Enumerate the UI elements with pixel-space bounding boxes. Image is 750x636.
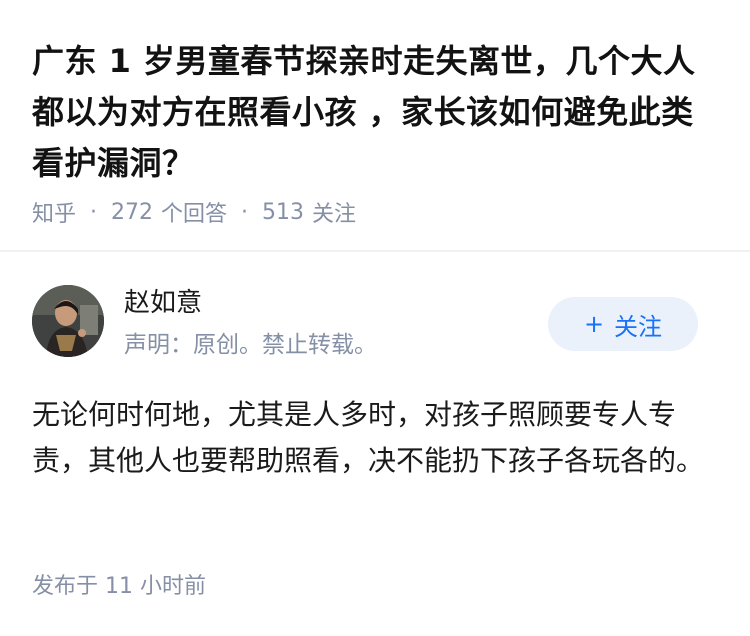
answer-content[interactable]: 无论何时何地，尤其是人多时，对孩子照顾要专人专责，其他人也要帮助照看，决不能扔下… [32,392,718,484]
question-meta: 知乎 · 272 个回答 · 513 关注 [32,196,356,228]
answers-count: 272 [111,199,154,225]
separator-dot: · [241,199,249,225]
source-label[interactable]: 知乎 [32,196,76,228]
author-bar: 赵如意 声明：原创。禁止转载。 + 关注 [32,285,718,361]
follow-button[interactable]: + 关注 [548,297,698,351]
followers-label[interactable]: 关注 [312,196,356,228]
avatar[interactable] [32,285,104,357]
avatar-image [32,285,104,357]
follow-button-label: 关注 [614,312,663,341]
section-divider [0,250,750,252]
separator-dot: · [90,199,98,225]
followers-count: 513 [262,199,305,225]
question-title[interactable]: 广东 1 岁男童春节探亲时走失离世，几个大人都以为对方在照看小孩 ，家长该如何避… [32,36,718,189]
answers-label[interactable]: 个回答 [161,196,227,228]
author-name[interactable]: 赵如意 [124,285,202,321]
publish-time: 发布于 11 小时前 [32,574,206,599]
author-signature: 声明：原创。禁止转载。 [124,332,377,358]
plus-icon: + [583,310,605,338]
